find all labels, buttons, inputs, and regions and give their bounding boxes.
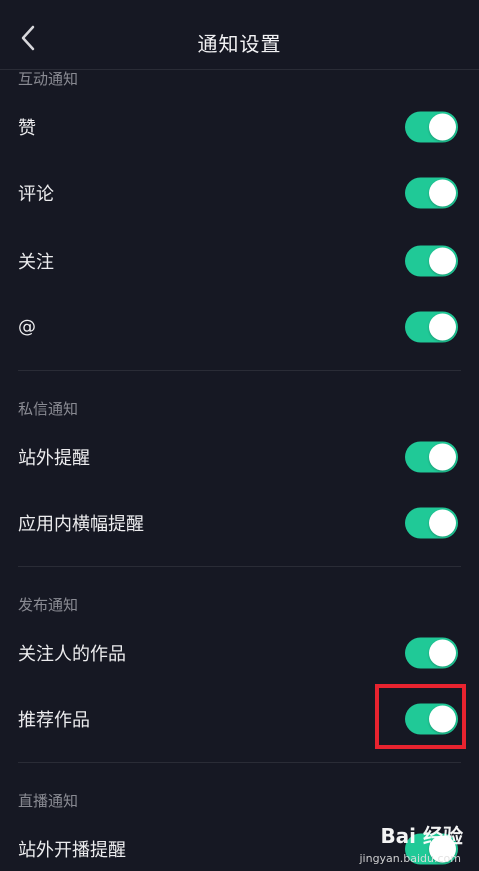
watermark-logo: Bai 经验 — [380, 824, 463, 848]
comment-toggle[interactable] — [405, 177, 458, 209]
setting-label: 关注人的作品 — [18, 644, 126, 665]
highlight-box — [375, 684, 466, 749]
setting-label: 赞 — [18, 118, 36, 139]
mention-toggle[interactable] — [405, 311, 458, 343]
setting-row-in-app-banner: 应用内横幅提醒 — [0, 490, 479, 556]
setting-row-followed-works: 关注人的作品 — [0, 620, 479, 686]
setting-label: 关注 — [18, 252, 54, 273]
follow-toggle[interactable] — [405, 245, 458, 277]
setting-label: 推荐作品 — [18, 710, 90, 731]
setting-row-comment: 评论 — [0, 160, 479, 226]
section-divider — [18, 370, 461, 371]
setting-label: 站外提醒 — [18, 448, 90, 469]
toggle-knob — [429, 113, 456, 141]
toggle-knob — [429, 639, 456, 667]
in-app-banner-toggle[interactable] — [405, 507, 458, 539]
toggle-knob — [429, 313, 456, 341]
page-title: 通知设置 — [197, 32, 282, 56]
setting-row-follow: 关注 — [0, 228, 479, 294]
setting-label: @ — [18, 316, 36, 338]
setting-label: 应用内横幅提醒 — [18, 514, 144, 535]
setting-label: 评论 — [18, 184, 54, 205]
toggle-knob — [429, 443, 456, 471]
watermark-url: jingyan.baidu.com — [359, 852, 461, 865]
section-label-interaction: 互动通知 — [18, 70, 79, 88]
toggle-knob — [429, 247, 456, 275]
like-toggle[interactable] — [405, 111, 458, 143]
section-label-live: 直播通知 — [18, 792, 79, 810]
setting-row-offsite-reminder: 站外提醒 — [0, 424, 479, 490]
followed-works-toggle[interactable] — [405, 637, 458, 669]
section-divider — [18, 762, 461, 763]
top-navigation-bar: 通知设置 — [0, 0, 479, 70]
section-label-private-message: 私信通知 — [18, 400, 79, 418]
section-divider — [18, 566, 461, 567]
setting-label: 站外开播提醒 — [18, 840, 126, 861]
section-label-publish: 发布通知 — [18, 596, 79, 614]
toggle-knob — [429, 509, 456, 537]
toggle-knob — [429, 179, 456, 207]
setting-row-mention: @ — [0, 294, 479, 360]
offsite-reminder-toggle[interactable] — [405, 441, 458, 473]
setting-row-like: 赞 — [0, 94, 479, 160]
